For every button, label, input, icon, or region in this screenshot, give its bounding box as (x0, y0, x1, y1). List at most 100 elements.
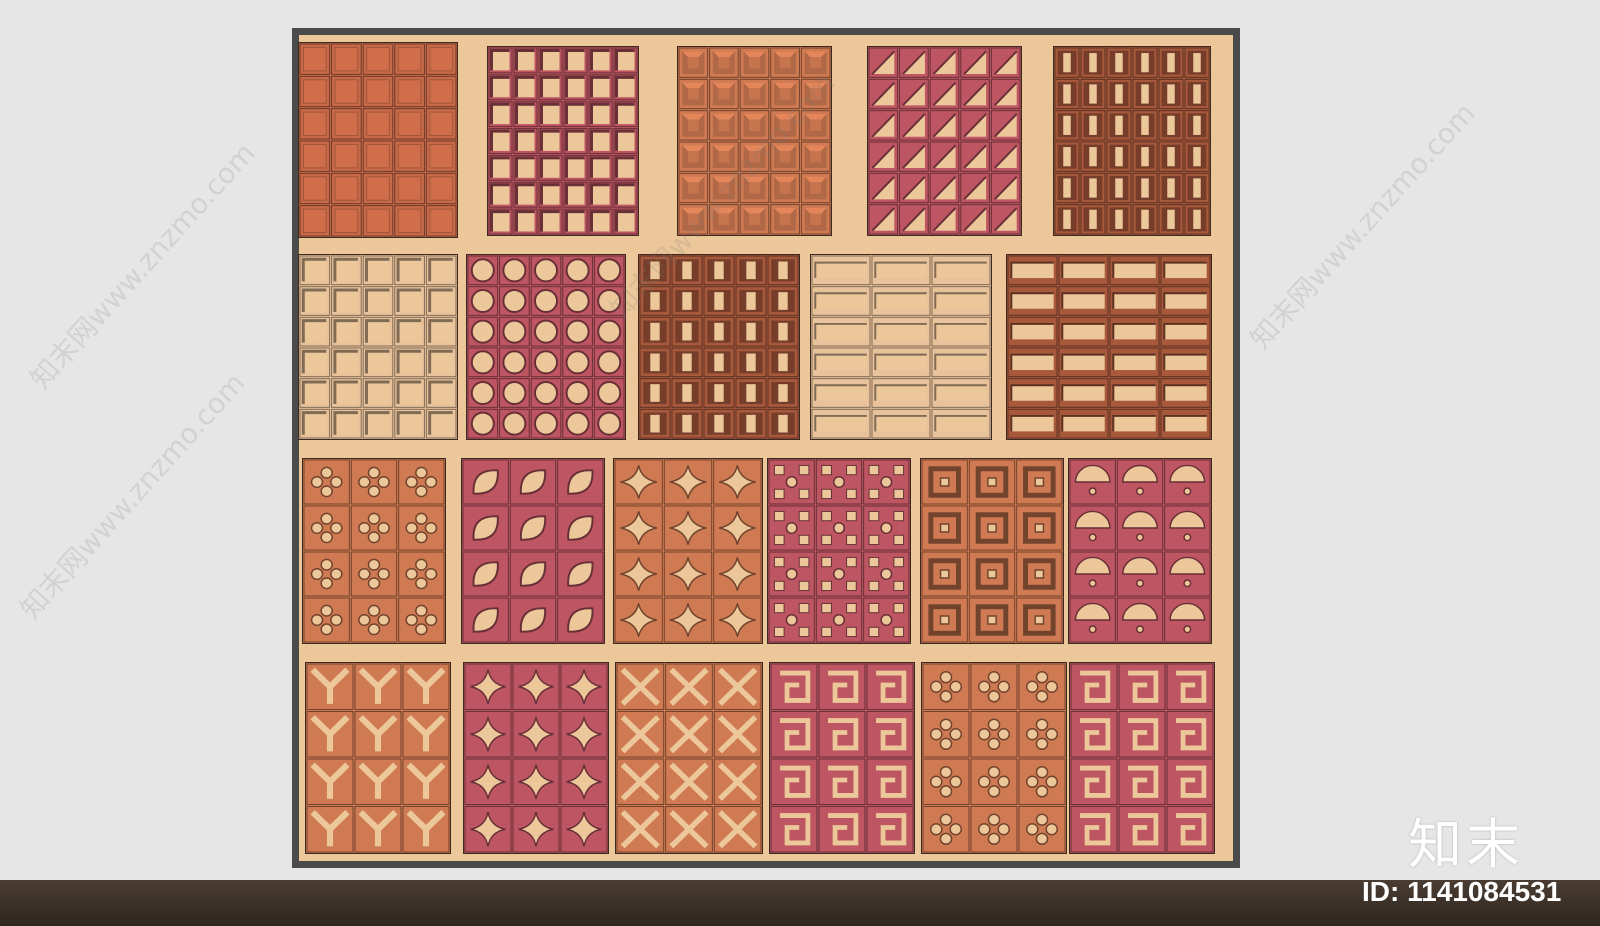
block-cell (331, 108, 362, 140)
block-cell (425, 205, 457, 237)
block-cell (1132, 172, 1158, 204)
panel-grid-open-rose (487, 46, 639, 236)
block-cell (538, 74, 563, 101)
block-cell (1080, 204, 1106, 235)
block-cell (538, 101, 563, 128)
block-cell (1184, 47, 1210, 78)
panel-grid-open-sand (298, 254, 458, 440)
block-cell (739, 78, 770, 110)
block-cell (394, 347, 425, 378)
block-cell (921, 551, 968, 597)
block-cell (362, 75, 394, 108)
block-cell (639, 408, 671, 439)
block-cell (921, 505, 968, 551)
block-cell (425, 408, 457, 439)
block-cell (639, 316, 671, 347)
block-cell (1106, 141, 1132, 172)
block-cell (588, 154, 613, 181)
block-cell (703, 378, 735, 408)
block-cell (1054, 141, 1080, 172)
block-cell (299, 286, 331, 316)
block-cell (362, 43, 394, 75)
block-cell (921, 597, 968, 643)
block-cell (538, 128, 563, 154)
block-cell (362, 108, 394, 140)
block-cell (671, 286, 703, 316)
image-id-label: ID: 1141084531 (1362, 876, 1562, 907)
block-cell (394, 43, 425, 75)
block-cell (394, 255, 425, 286)
block-cell (425, 43, 457, 75)
block-cell (613, 181, 638, 208)
block-cell (513, 181, 538, 208)
block-cell (968, 459, 1016, 505)
block-cell (394, 286, 425, 316)
block-cell (770, 204, 800, 235)
block-cell (362, 205, 394, 237)
block-cell (709, 78, 739, 110)
block-cell (671, 347, 703, 378)
block-cell (563, 128, 588, 154)
panel-x-cut (615, 662, 763, 854)
panel-fret (769, 662, 915, 854)
block-cell (735, 408, 767, 439)
block-cell (1106, 172, 1132, 204)
block-cell (678, 47, 709, 78)
block-cell (735, 255, 767, 286)
block-cell (1106, 204, 1132, 235)
block-cell (1106, 110, 1132, 141)
block-cell (538, 208, 563, 235)
block-cell (639, 347, 671, 378)
block-cell (1080, 110, 1106, 141)
block-cell (588, 208, 613, 235)
block-cell (968, 551, 1016, 597)
block-cell (425, 347, 457, 378)
block-cell (331, 205, 362, 237)
panel-grid-wide (810, 254, 992, 440)
block-cell (563, 181, 588, 208)
block-cell (299, 255, 331, 286)
block-cell (299, 140, 331, 172)
block-cell (1016, 597, 1063, 643)
block-cell (767, 408, 799, 439)
block-cell (425, 286, 457, 316)
block-cell (394, 140, 425, 172)
block-cell (613, 128, 638, 154)
block-cell (394, 378, 425, 408)
block-cell (513, 208, 538, 235)
block-cell (703, 255, 735, 286)
block-cell (513, 101, 538, 128)
block-cell (703, 286, 735, 316)
block-cell (362, 140, 394, 172)
block-cell (1184, 141, 1210, 172)
block-cell (299, 172, 331, 205)
block-cell (588, 47, 613, 74)
block-cell (639, 378, 671, 408)
watermark: 知末网www.znzmo.com (1243, 96, 1482, 356)
block-cell (331, 255, 362, 286)
block-cell (425, 378, 457, 408)
block-cell (563, 154, 588, 181)
block-cell (671, 378, 703, 408)
block-cell (425, 108, 457, 140)
block-cell (1016, 459, 1063, 505)
block-cell (678, 141, 709, 172)
block-cell (362, 172, 394, 205)
block-cell (678, 110, 709, 141)
block-cell (767, 316, 799, 347)
block-cell (299, 378, 331, 408)
panel-square-ring (920, 458, 1064, 644)
block-cell (613, 154, 638, 181)
block-cell (735, 378, 767, 408)
block-cell (299, 43, 331, 75)
block-cell (331, 172, 362, 205)
block-cell (588, 128, 613, 154)
panel-grid-diagonal (867, 46, 1022, 236)
block-cell (488, 47, 513, 74)
block-cell (488, 128, 513, 154)
block-cell (299, 205, 331, 237)
block-cell (767, 286, 799, 316)
block-cell (362, 286, 394, 316)
block-cell (362, 408, 394, 439)
block-cell (588, 101, 613, 128)
